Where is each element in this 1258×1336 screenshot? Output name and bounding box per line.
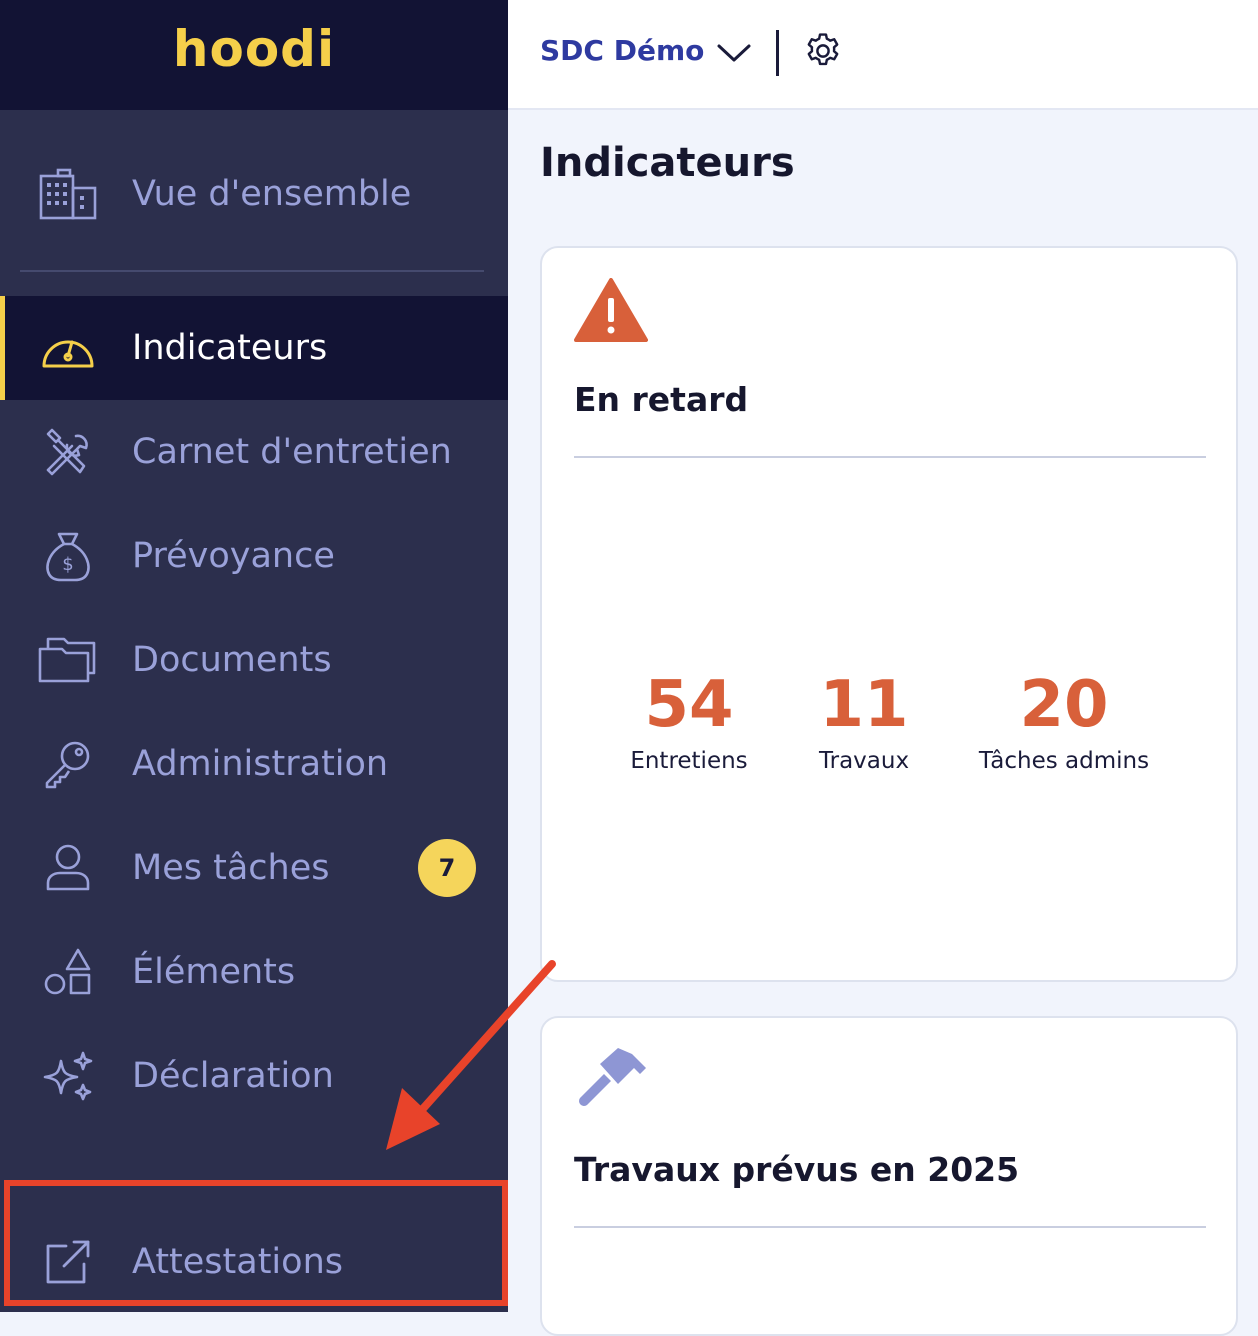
hammer-icon <box>574 1046 648 1116</box>
sidebar-item-label: Mes tâches <box>132 848 330 888</box>
stat-label: Tâches admins <box>978 748 1150 774</box>
overdue-card: En retard 54 Entretiens 11 Travaux 20 Tâ… <box>540 246 1238 982</box>
sidebar-item-label: Indicateurs <box>132 328 328 368</box>
money-bag-icon: $ <box>38 526 98 586</box>
gear-icon[interactable] <box>802 30 844 76</box>
sparkles-icon <box>38 1046 98 1106</box>
stat-taches-admins[interactable]: 20 Tâches admins <box>966 670 1162 774</box>
sidebar-item-documents[interactable]: Documents <box>0 608 508 712</box>
building-icon <box>38 164 98 224</box>
sidebar-item-label: Déclaration <box>132 1056 334 1096</box>
svg-text:$: $ <box>62 554 73 575</box>
sidebar-item-mes-taches[interactable]: Mes tâches 7 <box>0 816 508 920</box>
external-link-icon <box>38 1232 98 1292</box>
sidebar-item-label: Attestations <box>132 1242 343 1282</box>
sidebar-item-label: Éléments <box>132 952 296 992</box>
warning-icon <box>574 278 648 346</box>
organization-name[interactable]: SDC Démo <box>540 34 704 67</box>
chevron-down-icon[interactable] <box>716 38 752 72</box>
sidebar-divider <box>20 270 484 272</box>
sidebar-item-label: Administration <box>132 744 389 784</box>
app-logo[interactable]: hoodi <box>173 20 335 78</box>
sidebar-item-carnet-entretien[interactable]: Carnet d'entretien <box>0 400 508 504</box>
planned-works-card: Travaux prévus en 2025 <box>540 1016 1238 1336</box>
sidebar-item-label: Prévoyance <box>132 536 335 576</box>
logo-bar: hoodi <box>0 0 508 110</box>
sidebar-item-label: Carnet d'entretien <box>132 432 452 472</box>
stat-label: Travaux <box>818 748 910 774</box>
stat-value: 20 <box>1019 668 1109 742</box>
shapes-icon <box>38 942 98 1002</box>
gauge-icon <box>38 318 98 378</box>
sidebar-item-attestations[interactable]: Attestations <box>0 1210 508 1312</box>
sidebar-item-label: Vue d'ensemble <box>132 174 412 214</box>
user-icon <box>38 838 98 898</box>
stat-value: 54 <box>644 668 734 742</box>
tasks-count-badge: 7 <box>418 839 476 897</box>
sidebar-item-administration[interactable]: Administration <box>0 712 508 816</box>
sidebar-item-prevoyance[interactable]: $ Prévoyance <box>0 504 508 608</box>
stat-label: Entretiens <box>630 748 748 774</box>
card-title: Travaux prévus en 2025 <box>574 1150 1020 1189</box>
folder-icon <box>38 630 98 690</box>
card-separator <box>574 1226 1206 1228</box>
card-separator <box>574 456 1206 458</box>
top-bar: SDC Démo <box>508 0 1258 110</box>
card-title: En retard <box>574 380 749 419</box>
key-icon <box>38 734 98 794</box>
tools-icon <box>38 422 98 482</box>
sidebar-item-declaration[interactable]: Déclaration <box>0 1024 508 1128</box>
sidebar-item-elements[interactable]: Éléments <box>0 920 508 1024</box>
topbar-separator <box>776 30 779 76</box>
stat-travaux[interactable]: 11 Travaux <box>794 670 934 774</box>
sidebar-item-indicateurs[interactable]: Indicateurs <box>0 296 508 400</box>
stat-value: 11 <box>819 668 909 742</box>
page-title: Indicateurs <box>540 140 795 186</box>
sidebar-item-label: Documents <box>132 640 332 680</box>
sidebar-item-vue-ensemble[interactable]: Vue d'ensemble <box>0 142 508 246</box>
stat-entretiens[interactable]: 54 Entretiens <box>604 670 774 774</box>
sidebar: hoodi Vue d'ensemble Indicateurs Carnet … <box>0 0 508 1312</box>
